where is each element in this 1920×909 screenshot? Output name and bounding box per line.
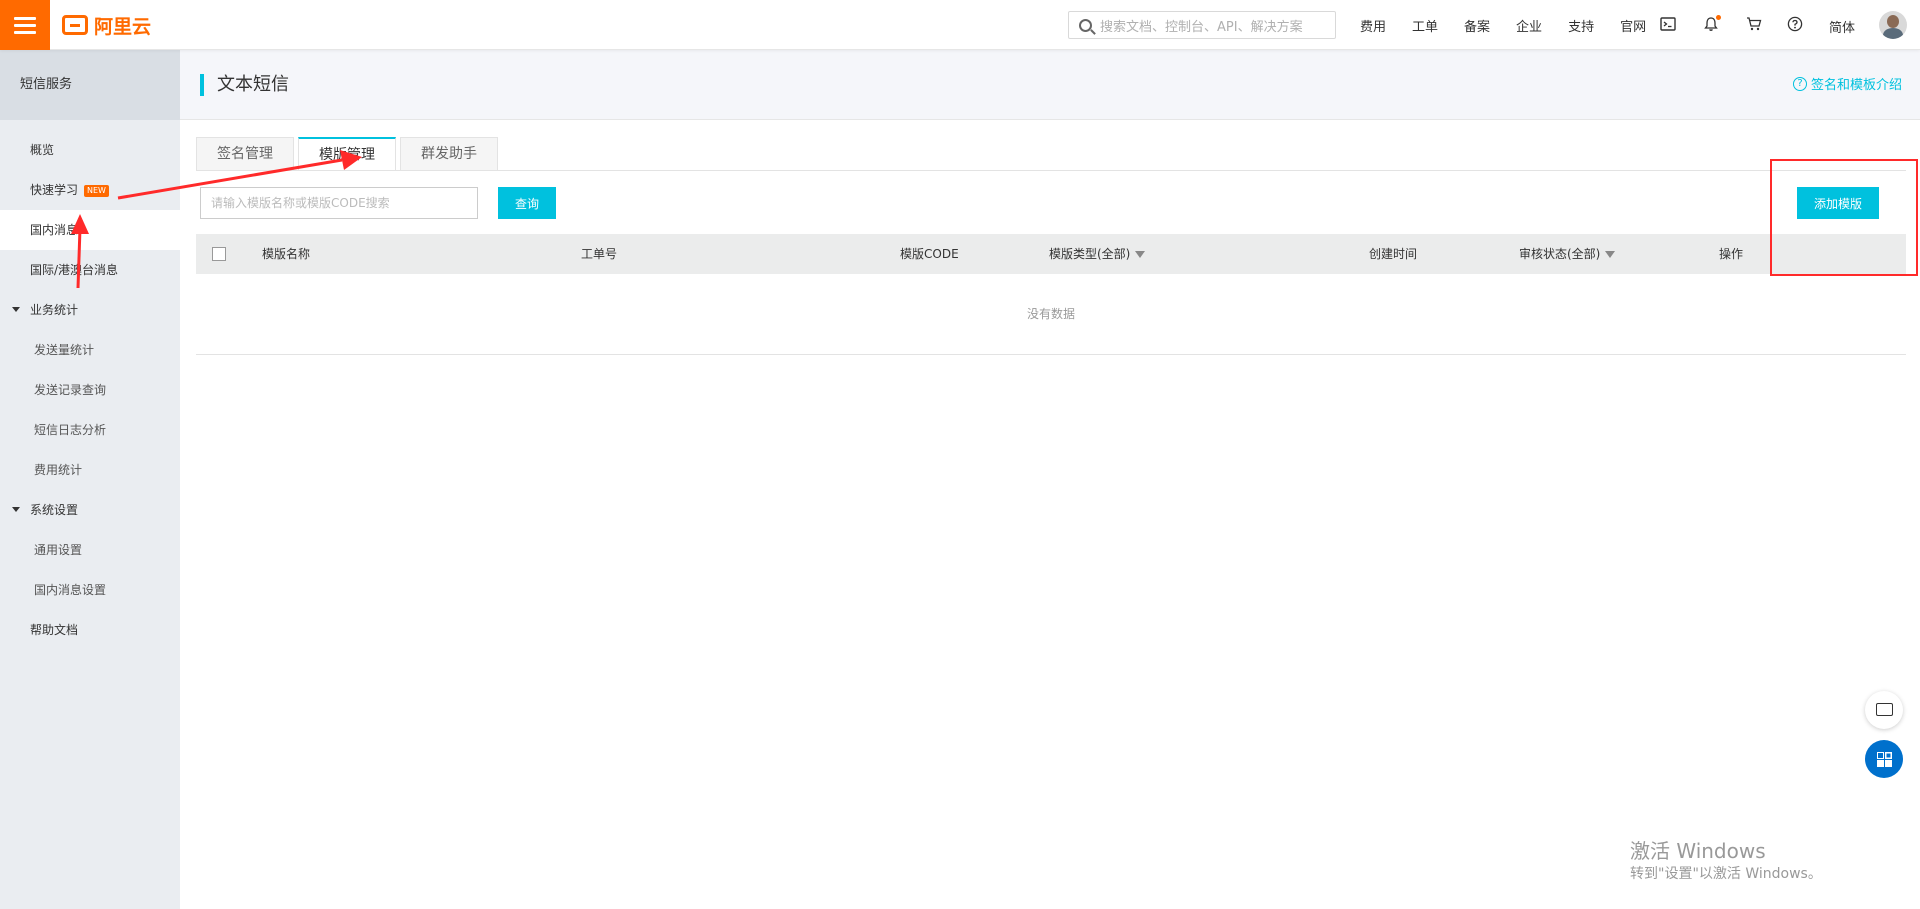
- sidebar-item-label: 发送记录查询: [34, 383, 107, 397]
- hamburger-menu-icon[interactable]: [0, 0, 50, 50]
- apps-icon[interactable]: [1865, 740, 1903, 778]
- sidebar-title: 短信服务: [0, 50, 180, 120]
- watermark-subtitle: 转到"设置"以激活 Windows。: [1630, 866, 1822, 882]
- column-review-status[interactable]: 审核状态(全部): [1519, 234, 1616, 274]
- bell-icon[interactable]: [1702, 15, 1721, 34]
- top-link-enterprise[interactable]: 企业: [1516, 16, 1542, 35]
- aliyun-logo-icon: [62, 15, 88, 35]
- sidebar-group-label: 业务统计: [30, 303, 79, 317]
- column-actions: 操作: [1719, 247, 1744, 261]
- sidebar-item-fee-stats[interactable]: 费用统计: [0, 450, 180, 490]
- sidebar-item-send-records[interactable]: 发送记录查询: [0, 370, 180, 410]
- sidebar-item-label: 国际/港澳台消息: [30, 263, 119, 277]
- column-template-name: 模版名称: [262, 247, 311, 261]
- new-badge: NEW: [84, 185, 109, 197]
- column-template-type[interactable]: 模版类型(全部): [1049, 234, 1146, 274]
- language-switch[interactable]: 简体: [1829, 17, 1855, 36]
- windows-activation-watermark: 激活 Windows 转到"设置"以激活 Windows。: [1630, 838, 1822, 884]
- tab-bulk-send-assistant[interactable]: 群发助手: [400, 137, 498, 171]
- sidebar-item-domestic-settings[interactable]: 国内消息设置: [0, 570, 180, 610]
- cart-icon[interactable]: [1745, 16, 1763, 34]
- aliyun-logo[interactable]: 阿里云: [62, 13, 152, 38]
- notification-dot: [1716, 15, 1721, 20]
- top-link-fee[interactable]: 费用: [1360, 16, 1386, 35]
- chat-icon[interactable]: [1865, 691, 1903, 729]
- avatar[interactable]: [1879, 11, 1907, 39]
- sidebar-item-quick-learn[interactable]: 快速学习 NEW: [0, 170, 180, 210]
- template-search-input[interactable]: [200, 187, 478, 219]
- signature-template-help-link[interactable]: ? 签名和模板介绍: [1792, 74, 1902, 93]
- sidebar-item-label: 国内消息设置: [34, 583, 107, 597]
- sidebar-item-general-settings[interactable]: 通用设置: [0, 530, 180, 570]
- annotation-highlight-box: [1770, 159, 1918, 276]
- caret-down-icon: [12, 307, 20, 312]
- column-ticket-number: 工单号: [581, 247, 618, 261]
- top-nav-links: 费用 工单 备案 企业 支持 官网: [1360, 0, 1672, 50]
- sidebar-item-send-volume[interactable]: 发送量统计: [0, 330, 180, 370]
- sidebar-item-label: 国内消息: [30, 223, 79, 237]
- query-button[interactable]: 查询: [498, 187, 556, 219]
- tabs-divider: [196, 170, 1906, 171]
- top-link-ticket[interactable]: 工单: [1412, 16, 1438, 35]
- top-link-support[interactable]: 支持: [1568, 16, 1594, 35]
- sidebar-item-help-docs[interactable]: 帮助文档: [0, 610, 180, 650]
- sidebar-item-international-message[interactable]: 国际/港澳台消息: [0, 250, 180, 290]
- sidebar-item-label: 费用统计: [34, 463, 83, 477]
- tab-template-management[interactable]: 模版管理: [298, 137, 396, 171]
- page-title: 文本短信: [200, 74, 289, 96]
- help-link-label: 签名和模板介绍: [1810, 78, 1902, 93]
- logo-text: 阿里云: [94, 15, 152, 38]
- column-template-code: 模版CODE: [900, 247, 959, 261]
- top-link-official-site[interactable]: 官网: [1620, 16, 1646, 35]
- sidebar-item-sms-log-analysis[interactable]: 短信日志分析: [0, 410, 180, 450]
- terminal-icon[interactable]: [1659, 16, 1677, 34]
- question-icon: ?: [1792, 76, 1807, 91]
- sidebar-item-label: 发送量统计: [34, 343, 95, 357]
- filter-icon[interactable]: [1135, 251, 1146, 258]
- sidebar-item-overview[interactable]: 概览: [0, 130, 180, 170]
- watermark-title: 激活 Windows: [1630, 839, 1766, 863]
- page-header: 文本短信 ? 签名和模板介绍: [180, 50, 1920, 120]
- sidebar-item-label: 概览: [30, 143, 55, 157]
- sidebar-item-domestic-message[interactable]: 国内消息: [0, 210, 180, 250]
- table-empty-state: 没有数据: [196, 274, 1906, 355]
- sidebar-item-label: 短信日志分析: [34, 423, 107, 437]
- column-label: 审核状态(全部): [1519, 247, 1601, 261]
- column-created-time: 创建时间: [1369, 247, 1418, 261]
- tab-bar: 签名管理 模版管理 群发助手: [196, 137, 502, 171]
- sidebar-item-label: 快速学习: [30, 183, 79, 197]
- search-icon: [1079, 18, 1092, 32]
- column-label: 模版类型(全部): [1049, 247, 1131, 261]
- tab-signature-management[interactable]: 签名管理: [196, 137, 294, 171]
- table-header: 模版名称 工单号 模版CODE 模版类型(全部) 创建时间 审核状态(全部) 操…: [196, 234, 1906, 274]
- top-bar: 阿里云 搜索文档、控制台、API、解决方案 费用 工单 备案 企业 支持 官网 …: [0, 0, 1920, 50]
- select-all-checkbox[interactable]: [212, 247, 226, 261]
- sidebar-group-system-settings[interactable]: 系统设置: [0, 490, 180, 530]
- filter-icon[interactable]: [1605, 251, 1616, 258]
- top-link-icp[interactable]: 备案: [1464, 16, 1490, 35]
- sidebar-group-label: 系统设置: [30, 503, 79, 517]
- global-search-placeholder: 搜索文档、控制台、API、解决方案: [1100, 19, 1303, 35]
- global-search[interactable]: 搜索文档、控制台、API、解决方案: [1068, 11, 1336, 39]
- sidebar-item-label: 帮助文档: [30, 623, 79, 637]
- help-circle-icon[interactable]: [1786, 16, 1804, 34]
- caret-down-icon: [12, 507, 20, 512]
- sidebar: 短信服务 概览 快速学习 NEW 国内消息 国际/港澳台消息 业务统计 发送量统计…: [0, 50, 180, 909]
- sidebar-item-label: 通用设置: [34, 543, 83, 557]
- sidebar-group-business-stats[interactable]: 业务统计: [0, 290, 180, 330]
